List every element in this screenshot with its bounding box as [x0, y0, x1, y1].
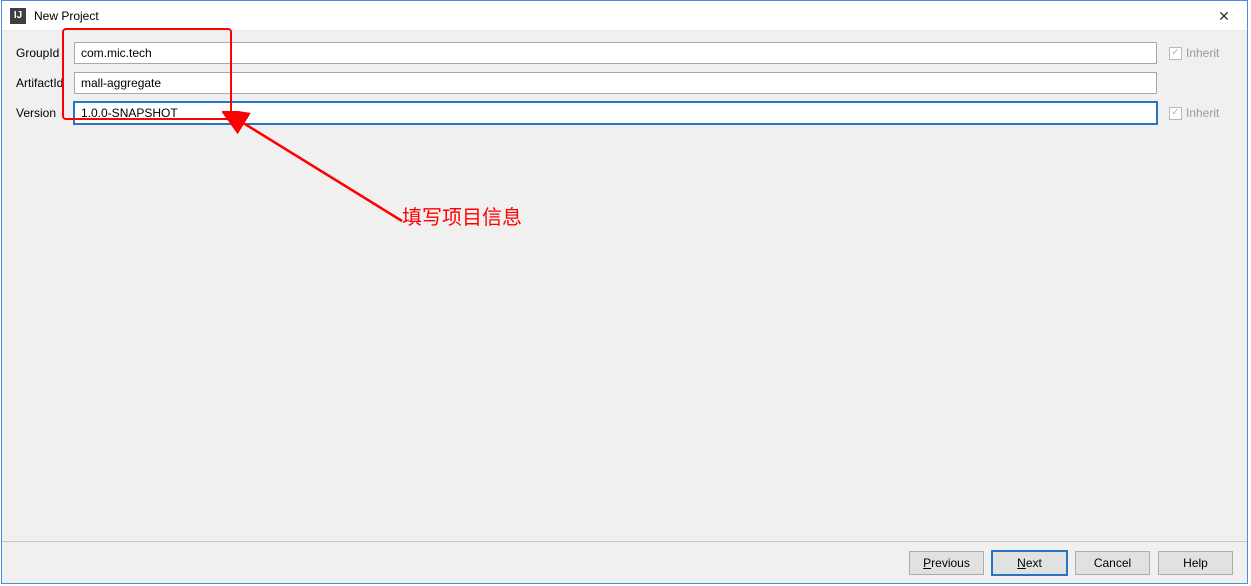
checkbox-icon: ✓ [1169, 47, 1182, 60]
groupid-label: GroupId [16, 46, 74, 60]
version-input[interactable] [74, 102, 1157, 124]
dialog-window: IJ New Project ✕ GroupId ✓ Inherit Artif… [1, 0, 1248, 584]
app-icon: IJ [10, 8, 26, 24]
previous-button[interactable]: Previous [909, 551, 984, 575]
artifactid-input[interactable] [74, 72, 1157, 94]
cancel-button[interactable]: Cancel [1075, 551, 1150, 575]
close-icon: ✕ [1218, 8, 1230, 25]
artifactid-row: ArtifactId [16, 71, 1233, 95]
version-inherit: ✓ Inherit [1169, 106, 1233, 120]
version-label: Version [16, 106, 74, 120]
window-title: New Project [34, 9, 99, 23]
version-row: Version ✓ Inherit [16, 101, 1233, 125]
groupid-inherit: ✓ Inherit [1169, 46, 1233, 60]
inherit-label: Inherit [1186, 46, 1219, 60]
titlebar: IJ New Project ✕ [2, 1, 1247, 31]
annotation-text: 填写项目信息 [402, 201, 522, 230]
checkbox-icon: ✓ [1169, 107, 1182, 120]
groupid-input[interactable] [74, 42, 1157, 64]
annotation-arrow-icon [222, 111, 422, 231]
button-bar: Previous Next Cancel Help [2, 541, 1247, 583]
inherit-label: Inherit [1186, 106, 1219, 120]
content-area: GroupId ✓ Inherit ArtifactId Version ✓ I… [2, 31, 1247, 541]
close-button[interactable]: ✕ [1201, 1, 1247, 31]
next-button[interactable]: Next [992, 551, 1067, 575]
artifactid-label: ArtifactId [16, 76, 74, 90]
groupid-row: GroupId ✓ Inherit [16, 41, 1233, 65]
help-button[interactable]: Help [1158, 551, 1233, 575]
